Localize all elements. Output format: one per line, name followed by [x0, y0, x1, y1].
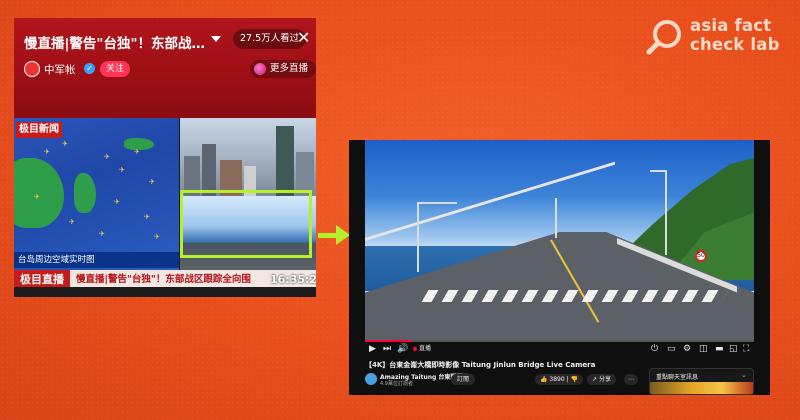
scrolling-subtitle-bar	[14, 287, 316, 297]
live-indicator[interactable]: 直播	[413, 343, 431, 355]
thumbs-up-icon: 👍	[540, 376, 550, 383]
plane-icon: ✈	[114, 198, 120, 206]
map-land	[74, 173, 96, 213]
live-chat-panel[interactable]: 重點聊天室訊息 ⌄	[649, 368, 754, 395]
plane-icon: ✈	[104, 153, 110, 161]
news-logo: 极目新闻	[16, 122, 62, 138]
street-lamp	[417, 202, 419, 272]
volume-icon[interactable]: 🔊	[397, 343, 408, 355]
fullscreen-icon[interactable]: ⛶	[743, 343, 749, 355]
miniplayer-icon[interactable]: ◫	[699, 343, 708, 355]
more-live-button[interactable]: 更多直播 ›	[250, 60, 316, 78]
chat-banner	[650, 382, 753, 394]
cast-icon[interactable]: ◱	[729, 343, 738, 355]
plane-icon: ✈	[44, 148, 50, 156]
share-label: 分享	[598, 376, 611, 383]
street-lamp-arm	[650, 170, 667, 172]
video-title: 【4K】台東金崙大橋即時影像 Taitung Jinlun Bridge Liv…	[365, 361, 596, 369]
arrow-shaft	[318, 233, 338, 238]
street-lamp	[665, 170, 667, 255]
arrow-right-icon	[336, 225, 350, 245]
autoplay-toggle[interactable]: ⏻	[651, 343, 658, 355]
plane-icon: ✈	[62, 140, 68, 148]
close-icon[interactable]: ✕	[297, 29, 310, 47]
plane-icon: ✈	[149, 178, 155, 186]
taipei-101-tower	[276, 126, 294, 196]
city-camera-view	[180, 118, 316, 196]
player-controls: ▶ ⏭ 🔊 直播 ⏻ ▭ ⚙ ◫ ▬ ◱ ⛶	[365, 342, 754, 356]
video-frame[interactable]: 50	[365, 140, 754, 342]
like-count: 3890	[549, 376, 565, 383]
chevron-down-icon[interactable]	[211, 36, 221, 42]
subscribe-button[interactable]: 訂閱	[451, 374, 476, 385]
airspace-map: ✈ ✈ ✈ ✈ ✈ ✈ ✈ ✈ ✈ ✈ ✈ ✈ 台岛周边空域实时图	[14, 118, 179, 270]
chevron-down-icon[interactable]: ⌄	[741, 371, 747, 379]
theater-icon[interactable]: ▬	[715, 343, 724, 355]
avatar[interactable]	[24, 61, 40, 77]
subscriber-count: 4.9萬位訂閱者	[380, 381, 413, 387]
avatar[interactable]	[365, 373, 377, 385]
play-icon[interactable]: ▶	[369, 343, 376, 355]
plane-icon: ✈	[99, 230, 105, 238]
share-icon: ↗	[592, 376, 599, 383]
speed-limit-sign: 50	[695, 250, 707, 262]
gear-icon[interactable]: ⚙	[683, 343, 691, 355]
building	[202, 144, 216, 196]
youtube-player-screenshot: 50 ▶ ⏭ 🔊 直播 ⏻ ▭ ⚙ ◫ ▬ ◱ ⛶ 【4K】台東金崙大橋即時影像…	[349, 140, 770, 395]
stream-title[interactable]: 慢直播|警告"台独"！东部战…	[24, 32, 209, 52]
plane-icon: ✈	[34, 193, 40, 201]
plane-icon: ✈	[154, 233, 160, 241]
street-lamp	[555, 198, 557, 238]
brand-logo-text: asia fact check lab	[690, 16, 790, 54]
follow-button[interactable]: 关注	[100, 61, 131, 77]
plane-icon: ✈	[134, 148, 140, 156]
highlight-box	[180, 190, 312, 258]
verified-icon: ✓	[84, 63, 95, 74]
plane-icon: ✈	[119, 166, 125, 174]
logo-line-1: asia fact	[690, 16, 772, 35]
channel-name[interactable]: 中军帐	[44, 62, 76, 77]
plane-icon: ✈	[144, 213, 150, 221]
logo-line-2: check lab	[690, 35, 780, 54]
plane-icon: ✈	[69, 218, 75, 226]
map-caption: 台岛周边空域实时图	[14, 252, 179, 268]
subtitles-icon[interactable]: ▭	[667, 343, 676, 355]
more-live-label: 更多直播	[270, 63, 309, 74]
thumbs-down-icon[interactable]: | 👎	[567, 376, 578, 383]
street-lamp-arm	[417, 202, 457, 204]
live-bubble-icon	[254, 63, 266, 75]
magnifier-logo-icon	[646, 20, 681, 55]
share-button[interactable]: ↗ 分享	[587, 374, 616, 385]
next-icon[interactable]: ⏭	[383, 343, 391, 355]
chat-header: 重點聊天室訊息	[656, 374, 699, 381]
viewer-count: 27.5万人看过	[233, 29, 307, 49]
like-button[interactable]: 👍 3890 | 👎	[535, 374, 583, 385]
crosswalk	[421, 290, 729, 302]
more-options-button[interactable]: ⋯	[624, 374, 638, 385]
